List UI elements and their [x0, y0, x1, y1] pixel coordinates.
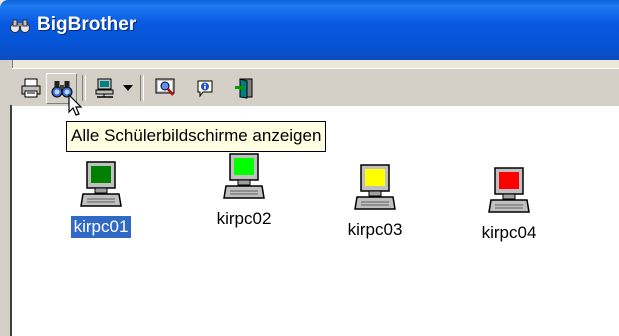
computer-icon — [223, 153, 265, 199]
computer-label: kirpc04 — [481, 223, 537, 242]
computer-icon — [354, 164, 396, 210]
toolbar — [12, 68, 619, 106]
computer-label: kirpc01 — [69, 215, 133, 239]
info-icon — [197, 80, 212, 97]
computer-item[interactable]: kirpc01 — [56, 160, 146, 239]
title-bar[interactable]: BigBrother — [0, 0, 619, 60]
info-button[interactable] — [190, 73, 219, 102]
computer-item[interactable]: kirpc03 — [330, 163, 420, 241]
chevron-down-icon[interactable] — [120, 73, 136, 102]
magnifier-button[interactable] — [150, 73, 179, 102]
computer-icon — [80, 161, 122, 207]
exit-door-icon — [234, 77, 252, 99]
binoculars-icon — [10, 19, 30, 33]
toolbar-separator — [140, 75, 144, 101]
app-window: BigBrother kirpc01 kirpc02 kirpc03 kirpc… — [0, 0, 619, 336]
print-button[interactable] — [16, 73, 45, 102]
tooltip: Alle Schülerbildschirme anzeigen — [66, 121, 327, 152]
print-icon — [21, 78, 40, 97]
computer-item[interactable]: kirpc04 — [464, 166, 554, 244]
magnifier-icon — [155, 78, 174, 96]
mouse-cursor-icon — [68, 94, 83, 116]
network-computer-button[interactable] — [90, 73, 119, 102]
computer-item[interactable]: kirpc02 — [199, 152, 289, 230]
computer-label: kirpc02 — [216, 209, 272, 228]
exit-button[interactable] — [230, 73, 259, 102]
network-computer-icon — [95, 78, 113, 98]
computer-label: kirpc03 — [347, 220, 403, 239]
computer-icon — [488, 167, 530, 213]
window-title: BigBrother — [37, 14, 137, 35]
window-left-shadow — [10, 105, 12, 336]
